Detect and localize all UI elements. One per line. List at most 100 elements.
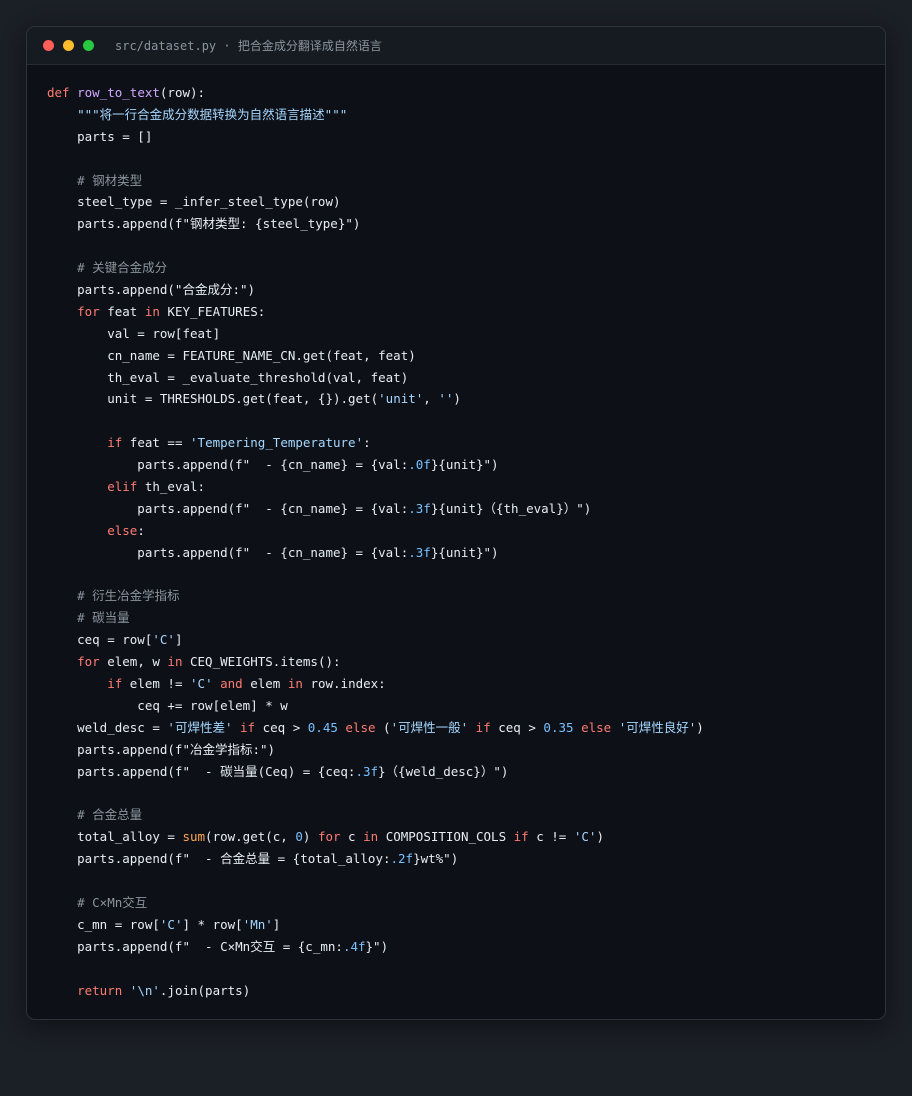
code-token: # 关键合金成分 — [77, 260, 168, 276]
code-token: }wt%") — [413, 851, 459, 867]
code-token: }{unit}") — [430, 544, 499, 560]
code-token: feat == — [122, 435, 191, 451]
code-token: '' — [438, 391, 454, 407]
code-token: }{unit}（{th_eval}）") — [430, 500, 592, 516]
code-token: ] — [174, 632, 183, 648]
code-line: cn_name = FEATURE_NAME_CN.get(feat, feat… — [47, 345, 704, 367]
code-token: c_mn = row[ — [47, 916, 160, 932]
code-token: ] — [272, 916, 281, 932]
code-line: elif th_eval: — [47, 476, 704, 498]
code-token: '\n' — [129, 982, 160, 998]
code-token: 0.45 — [307, 719, 338, 735]
code-token: 'Mn' — [242, 916, 273, 932]
code-line: if feat == 'Tempering_Temperature': — [47, 432, 704, 454]
code-line: c_mn = row['C'] * row['Mn'] — [47, 914, 704, 936]
maximize-window-button[interactable] — [83, 40, 94, 51]
code-token: # 衍生冶金学指标 — [77, 588, 180, 604]
code-token: ] * row[ — [182, 916, 243, 932]
code-token: 'C' — [152, 632, 175, 648]
code-line: val = row[feat] — [47, 323, 704, 345]
code-token: parts.append(f"钢材类型: {steel_type}") — [47, 216, 361, 232]
code-token: 0.35 — [543, 719, 574, 735]
code-token: ) — [453, 391, 461, 407]
code-token: val = row[feat] — [47, 325, 221, 341]
code-token: for — [77, 654, 100, 670]
code-token: elem — [242, 676, 288, 692]
code-token: th_eval: — [137, 479, 206, 495]
code-token: : — [137, 522, 145, 538]
code-token: parts.append(f" - C×Mn交互 = {c_mn: — [47, 938, 343, 954]
code-token: ) — [596, 829, 604, 845]
code-token: COMPOSITION_COLS — [378, 829, 514, 845]
code-line: parts.append(f" - 合金总量 = {total_alloy:.2… — [47, 848, 704, 870]
code-token: return — [77, 982, 123, 998]
code-token: c != — [528, 829, 574, 845]
code-line: for feat in KEY_FEATURES: — [47, 301, 704, 323]
code-window: src/dataset.py · 把合金成分翻译成自然语言 def row_to… — [26, 26, 886, 1020]
code-line: """将一行合金成分数据转换为自然语言描述""" — [47, 104, 704, 126]
title-bar: src/dataset.py · 把合金成分翻译成自然语言 — [27, 27, 885, 65]
code-line: parts.append(f" - {cn_name} = {val:.3f}{… — [47, 498, 704, 520]
code-token: 'C' — [190, 676, 213, 692]
code-token: : — [363, 435, 371, 451]
code-token: parts.append(f" - {cn_name} = {val: — [47, 544, 409, 560]
code-editor[interactable]: def row_to_text(row): """将一行合金成分数据转换为自然语… — [47, 82, 704, 1001]
code-line: for elem, w in CEQ_WEIGHTS.items(): — [47, 651, 704, 673]
code-token: for — [77, 303, 100, 319]
code-token: ceq > — [490, 719, 544, 735]
code-token: row_to_text — [77, 85, 160, 100]
code-token: '可焊性一般' — [390, 719, 469, 735]
code-token: parts.append(f" - {cn_name} = {val: — [47, 500, 409, 516]
code-token: .join(parts) — [159, 982, 251, 998]
code-line: # C×Mn交互 — [47, 892, 704, 914]
code-token: parts.append(f"冶金学指标:") — [47, 741, 276, 757]
code-token: CEQ_WEIGHTS.items(): — [182, 654, 341, 670]
code-line: th_eval = _evaluate_threshold(val, feat) — [47, 367, 704, 389]
code-line: parts.append(f" - C×Mn交互 = {c_mn:.4f}") — [47, 936, 704, 958]
close-window-button[interactable] — [43, 40, 54, 51]
code-token: elif — [107, 479, 138, 495]
code-token: parts = [] — [47, 128, 153, 144]
code-token: ) — [696, 719, 704, 735]
code-token: 'unit' — [378, 391, 424, 407]
code-token: , — [423, 391, 439, 407]
code-token: feat — [99, 303, 145, 319]
code-token: in — [167, 654, 183, 670]
code-token: .2f — [390, 851, 414, 867]
code-token: ) — [302, 829, 318, 845]
code-token: in — [363, 829, 379, 845]
code-token: and — [220, 676, 243, 692]
code-token: ceq += row[elem] * w — [47, 697, 288, 713]
code-token: parts.append("合金成分:") — [47, 282, 256, 298]
code-token: for — [317, 829, 341, 845]
code-token: ceq = row[ — [47, 632, 153, 648]
minimize-window-button[interactable] — [63, 40, 74, 51]
code-token: # 合金总量 — [77, 807, 143, 823]
code-line: parts.append("合金成分:") — [47, 279, 704, 301]
code-line: steel_type = _infer_steel_type(row) — [47, 191, 704, 213]
code-token: .3f — [408, 544, 431, 560]
code-token: .3f — [355, 763, 379, 779]
code-token: else — [345, 719, 376, 735]
code-token: weld_desc = — [47, 719, 168, 735]
code-line: else: — [47, 520, 704, 542]
code-line: weld_desc = '可焊性差' if ceq > 0.45 else ('… — [47, 717, 704, 739]
code-line: # 碳当量 — [47, 607, 704, 629]
